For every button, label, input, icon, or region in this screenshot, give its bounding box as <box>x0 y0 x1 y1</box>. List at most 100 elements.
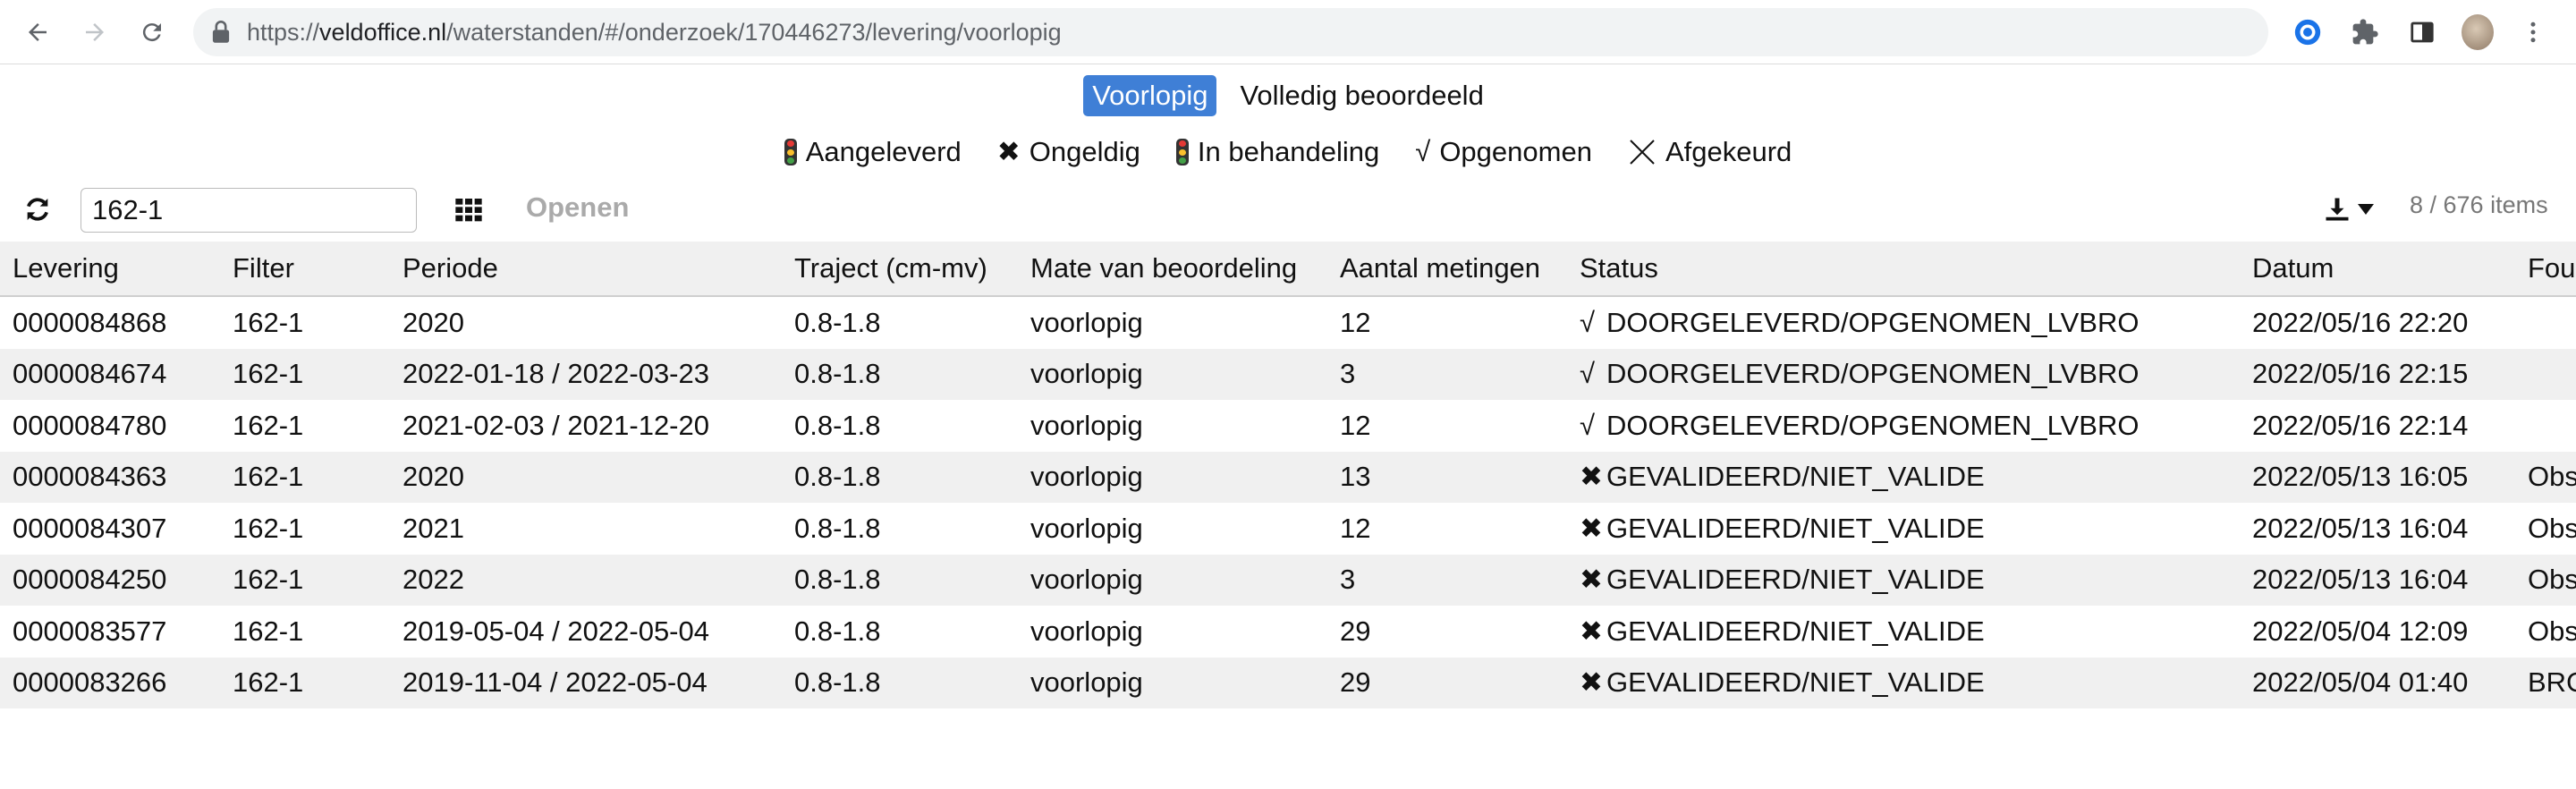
column-header-datum[interactable]: Datum <box>2240 242 2515 297</box>
cell-filter: 162-1 <box>233 615 304 647</box>
cell-filter: 162-1 <box>233 409 304 441</box>
cell-traject: 0.8-1.8 <box>782 348 1018 400</box>
cell-filter: 162-1 <box>233 512 304 544</box>
table-row[interactable]: 0000084780 162-1 2021-02-03 / 2021-12-20 0.… <box>0 400 2576 452</box>
extensions-puzzle-icon[interactable] <box>2349 16 2381 48</box>
status-tabs: Voorlopig Volledig beoordeeld <box>0 75 2576 116</box>
back-icon[interactable] <box>18 13 57 52</box>
cell-fout: Obs <box>2515 554 2576 606</box>
cross-icon: ✖ <box>1580 512 1603 544</box>
cell-datum: 2022/05/04 01:40 <box>2240 657 2515 708</box>
tab-voorlopig[interactable]: Voorlopig <box>1083 75 1217 116</box>
legend-label: Afgekeurd <box>1665 136 1792 167</box>
list-toolbar: Openen 8 / 676 items <box>0 182 2576 236</box>
cell-aantal: 12 <box>1340 306 1371 338</box>
cell-mate: voorlopig <box>1018 657 1327 708</box>
cell-fout: Obs <box>2528 512 2576 544</box>
profile-avatar[interactable] <box>2462 14 2494 50</box>
cell-aantal: 12 <box>1340 512 1371 544</box>
legend-label: In behandeling <box>1197 136 1380 167</box>
table-row[interactable]: 0000084307 162-1 2021 0.8-1.8 voorlopig 12 ✖ GE… <box>0 503 2576 555</box>
status-text: GEVALIDEERD/NIET_VALIDE <box>1606 666 1985 699</box>
cell-levering: 0000084363 <box>0 451 220 503</box>
table-row[interactable]: 0000084363 162-1 2020 0.8-1.8 voorlopig 13 ✖ GE… <box>0 451 2576 503</box>
cell-mate: voorlopig <box>1030 615 1143 647</box>
cell-status: √ DOORGELEVERD/OPGENOMEN_LVBRO <box>1567 400 2240 452</box>
status-text: GEVALIDEERD/NIET_VALIDE <box>1606 564 1985 596</box>
cell-datum: 2022/05/16 22:15 <box>2240 348 2515 400</box>
cell-traject: 0.8-1.8 <box>794 306 881 338</box>
search-input[interactable] <box>80 188 417 233</box>
url-text: https://veldoffice.nl/waterstanden/#/ond… <box>247 18 1062 46</box>
cell-datum: 2022/05/13 16:04 <box>2252 512 2469 544</box>
column-header-status[interactable]: Status <box>1567 242 2240 297</box>
status-text: GEVALIDEERD/NIET_VALIDE <box>1606 615 1985 647</box>
cell-levering: 0000083266 <box>0 657 220 708</box>
table-row[interactable]: 0000084868 162-1 2020 0.8-1.8 voorlopig 12 √ DO… <box>0 296 2576 349</box>
column-header-traject[interactable]: Traject (cm-mv) <box>782 242 1018 297</box>
legend-in-behandeling: In behandeling <box>1175 136 1380 168</box>
cell-status: √ DOORGELEVERD/OPGENOMEN_LVBRO <box>1567 296 2240 349</box>
status-text: GEVALIDEERD/NIET_VALIDE <box>1606 512 1985 544</box>
cell-datum: 2022/05/16 22:20 <box>2252 306 2469 338</box>
column-header-filter[interactable]: Filter <box>220 242 390 297</box>
cell-status: ✖ GEVALIDEERD/NIET_VALIDE <box>1567 503 2240 555</box>
legend-opgenomen: √ Opgenomen <box>1415 136 1592 168</box>
cell-periode: 2020 <box>390 451 782 503</box>
column-header-fout[interactable]: Fou <box>2515 242 2576 297</box>
traffic-light-icon <box>784 139 797 165</box>
legend-aangeleverd: Aangeleverd <box>784 136 962 168</box>
download-dropdown[interactable] <box>2324 193 2377 225</box>
cell-filter: 162-1 <box>220 451 390 503</box>
forward-icon[interactable] <box>75 13 114 52</box>
table-row[interactable]: 0000084250 162-1 2022 0.8-1.8 voorlopig 3 ✖ GEV… <box>0 554 2576 606</box>
cell-status: √ DOORGELEVERD/OPGENOMEN_LVBRO <box>1567 348 2240 400</box>
cell-periode: 2019-11-04 / 2022-05-04 <box>390 657 782 708</box>
cell-levering: 0000084674 <box>0 348 220 400</box>
traffic-light-icon <box>1175 139 1189 165</box>
cell-levering: 0000084780 <box>13 409 167 441</box>
cell-mate: voorlopig <box>1030 409 1143 441</box>
item-count: 8 / 676 items <box>2410 191 2548 218</box>
side-panel-icon[interactable] <box>2406 16 2438 48</box>
table-row[interactable]: 0000083266 162-1 2019-11-04 / 2022-05-04 0.… <box>0 657 2576 708</box>
table-header: Levering Filter Periode Traject (cm-mv) … <box>0 242 2576 297</box>
cell-periode: 2022 <box>390 554 782 606</box>
cross-icon: ✖ <box>1580 666 1603 699</box>
tab-volledig-beoordeeld[interactable]: Volledig beoordeeld <box>1231 75 1492 116</box>
column-header-periode[interactable]: Periode <box>390 242 782 297</box>
cell-mate: voorlopig <box>1018 451 1327 503</box>
cell-periode: 2022-01-18 / 2022-03-23 <box>390 348 782 400</box>
cross-icon: ✖ <box>1580 615 1603 647</box>
status-text: DOORGELEVERD/OPGENOMEN_LVBRO <box>1606 409 2140 441</box>
open-button[interactable]: Openen <box>526 191 629 224</box>
cell-levering: 0000084868 <box>13 306 167 338</box>
cell-filter: 162-1 <box>220 554 390 606</box>
legend-afgekeurd: Afgekeurd <box>1628 136 1792 168</box>
check-icon: √ <box>1415 136 1431 167</box>
table-row[interactable]: 0000084674 162-1 2022-01-18 / 2022-03-23 0.… <box>0 348 2576 400</box>
check-icon: √ <box>1580 306 1596 338</box>
column-header-mate[interactable]: Mate van beoordeling <box>1018 242 1327 297</box>
cell-status: ✖ GEVALIDEERD/NIET_VALIDE <box>1567 554 2240 606</box>
deliveries-table: Levering Filter Periode Traject (cm-mv) … <box>0 242 2576 708</box>
column-header-levering[interactable]: Levering <box>0 242 220 297</box>
cross-icon: ✖ <box>1580 564 1603 596</box>
browser-toolbar: https://veldoffice.nl/waterstanden/#/ond… <box>0 0 2576 64</box>
table-row[interactable]: 0000083577 162-1 2019-05-04 / 2022-05-04 0.… <box>0 606 2576 658</box>
grid-view-icon[interactable] <box>454 195 483 224</box>
cell-fout: Obs <box>2515 451 2576 503</box>
check-icon: √ <box>1580 358 1596 390</box>
extension-target-icon[interactable] <box>2292 16 2324 48</box>
refresh-icon[interactable] <box>23 195 52 224</box>
cell-aantal: 29 <box>1340 615 1371 647</box>
cell-periode: 2019-05-04 / 2022-05-04 <box>402 615 709 647</box>
cell-datum: 2022/05/13 16:05 <box>2240 451 2515 503</box>
address-bar[interactable]: https://veldoffice.nl/waterstanden/#/ond… <box>193 8 2268 56</box>
reload-icon[interactable] <box>132 13 172 52</box>
status-text: DOORGELEVERD/OPGENOMEN_LVBRO <box>1606 358 2140 390</box>
cell-aantal: 3 <box>1327 348 1567 400</box>
browser-menu-icon[interactable] <box>2517 16 2549 48</box>
legend-label: Aangeleverd <box>805 136 962 167</box>
column-header-aantal[interactable]: Aantal metingen <box>1327 242 1567 297</box>
